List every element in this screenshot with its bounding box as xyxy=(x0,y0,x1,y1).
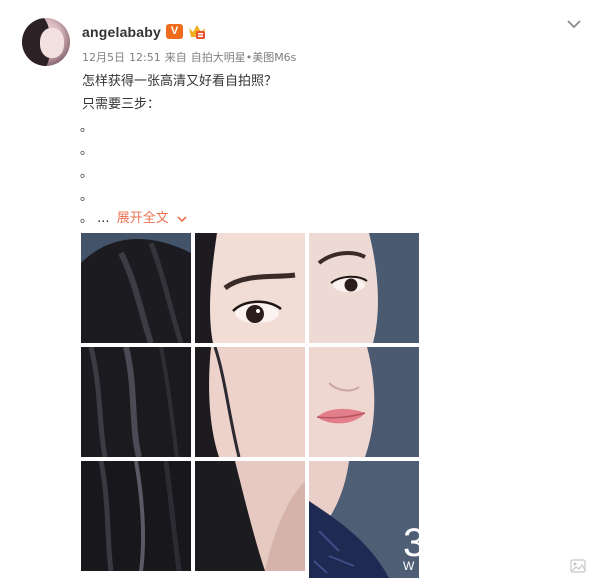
image-grid: 3 W xyxy=(81,233,419,578)
post-text-line-1: 怎样获得一张高清又好看自拍照？ xyxy=(82,74,278,89)
hair-image xyxy=(81,233,191,343)
image-icon xyxy=(570,559,586,573)
username[interactable]: angelababy xyxy=(82,24,161,40)
cheek-image xyxy=(195,347,305,457)
post-text-dot: 。 xyxy=(80,189,94,204)
grid-image[interactable] xyxy=(81,233,191,343)
grid-image[interactable] xyxy=(309,233,419,343)
grid-image[interactable]: 3 W xyxy=(309,461,419,578)
post-text-dot: 。 xyxy=(80,143,94,158)
eye-image xyxy=(195,233,305,343)
post-text-dot: 。 xyxy=(80,211,94,226)
post-text-dot: 。 xyxy=(80,166,94,181)
ellipsis: ... xyxy=(97,211,110,226)
lips-image xyxy=(309,347,419,457)
weibo-post-card: angelababy V 12月5日 12:51 来自 自拍大明星•美图M6s 怎样获… xyxy=(0,0,589,578)
chevron-down-icon[interactable] xyxy=(566,18,582,30)
post-text-dot: 。 xyxy=(80,120,94,135)
neck-image xyxy=(195,461,305,571)
post-source[interactable]: 自拍大明星•美图M6s xyxy=(191,51,297,64)
grid-image[interactable] xyxy=(195,233,305,343)
chevron-down-icon[interactable] xyxy=(177,215,187,223)
grid-image[interactable] xyxy=(309,347,419,457)
expand-full-text-link[interactable]: 展开全文 xyxy=(117,211,169,226)
overlay-letter: W xyxy=(403,559,415,573)
member-crown-icon[interactable] xyxy=(187,22,207,40)
avatar-face xyxy=(40,28,64,58)
expand-row: 。 ... 展开全文 xyxy=(80,207,187,226)
verified-badge[interactable]: V xyxy=(166,24,183,39)
post-time[interactable]: 12:51 xyxy=(129,51,161,64)
grid-image[interactable] xyxy=(195,461,305,571)
post-text-line-2: 只需要三步： xyxy=(82,97,161,112)
hair-image xyxy=(81,461,191,571)
grid-image[interactable] xyxy=(81,347,191,457)
grid-image[interactable] xyxy=(81,461,191,571)
post-meta: 12月5日 12:51 来自 自拍大明星•美图M6s xyxy=(82,49,300,65)
hair-image xyxy=(81,347,191,457)
grid-image[interactable] xyxy=(195,347,305,457)
source-prefix: 来自 xyxy=(164,51,187,64)
avatar[interactable] xyxy=(22,18,70,66)
eye-image xyxy=(309,233,419,343)
post-date[interactable]: 12月5日 xyxy=(82,51,125,64)
